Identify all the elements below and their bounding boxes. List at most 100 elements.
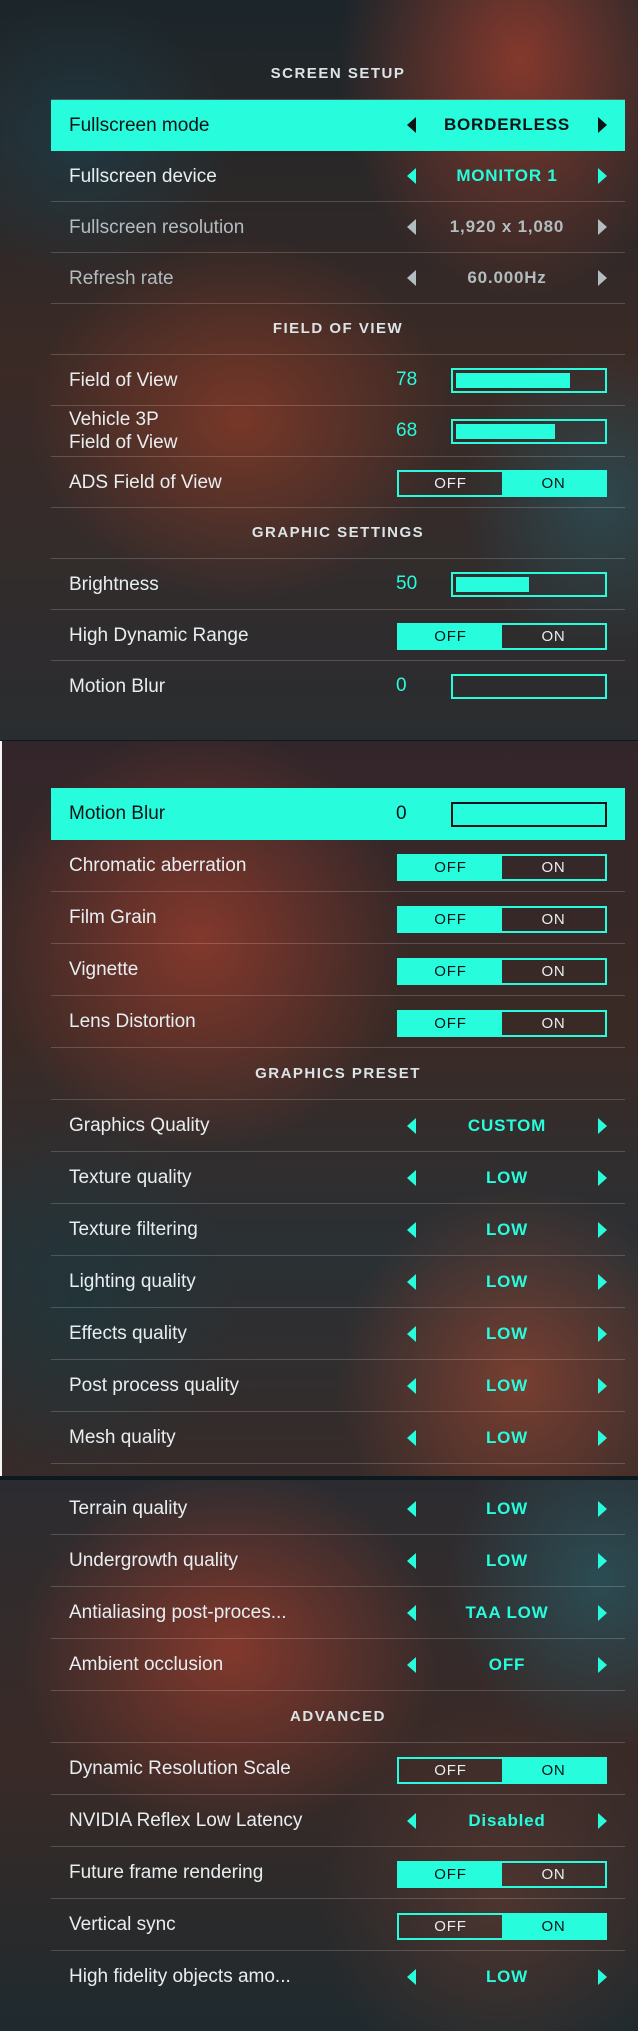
brightness-slider[interactable] <box>451 572 607 597</box>
fullscreen-resolution-row[interactable]: Fullscreen resolution 1,920 x 1,080 <box>51 202 625 253</box>
toggle-on-option[interactable]: ON <box>502 1012 605 1035</box>
effects-quality-row[interactable]: Effects quality LOW <box>51 1308 625 1360</box>
undergrowth-quality-selector[interactable]: LOW <box>407 1535 607 1586</box>
vehicle-fov-row[interactable]: Vehicle 3P Field of View 68 <box>51 406 625 457</box>
toggle-off-option[interactable]: OFF <box>399 907 502 931</box>
motion-blur-row[interactable]: Motion Blur 0 <box>51 788 625 840</box>
toggle-on-option[interactable]: ON <box>502 960 605 983</box>
ads-fov-row[interactable]: ADS Field of View OFF ON <box>51 457 625 508</box>
arrow-left-icon[interactable] <box>407 1221 416 1238</box>
arrow-left-icon[interactable] <box>407 1169 416 1186</box>
arrow-left-icon[interactable] <box>407 117 416 133</box>
arrow-left-icon[interactable] <box>407 1429 416 1446</box>
arrow-left-icon[interactable] <box>407 1656 416 1673</box>
arrow-right-icon[interactable] <box>598 1117 607 1134</box>
arrow-right-icon[interactable] <box>598 1429 607 1446</box>
vehicle-fov-slider[interactable] <box>451 419 607 444</box>
arrow-left-icon[interactable] <box>407 1812 416 1829</box>
toggle-off-option[interactable]: OFF <box>399 1759 502 1782</box>
arrow-right-icon[interactable] <box>598 1325 607 1342</box>
toggle-on-option[interactable]: ON <box>502 625 605 648</box>
toggle-on-option[interactable]: ON <box>502 1914 605 1938</box>
arrow-right-icon[interactable] <box>598 1221 607 1238</box>
toggle-on-option[interactable]: ON <box>502 1758 605 1782</box>
toggle-off-option[interactable]: OFF <box>399 959 502 983</box>
fullscreen-device-row[interactable]: Fullscreen device MONITOR 1 <box>51 151 625 202</box>
ambient-occlusion-row[interactable]: Ambient occlusion OFF <box>51 1639 625 1691</box>
field-of-view-row[interactable]: Field of View 78 <box>51 355 625 406</box>
refresh-rate-row[interactable]: Refresh rate 60.000Hz <box>51 253 625 304</box>
arrow-left-icon[interactable] <box>407 1500 416 1517</box>
future-frame-rendering-toggle[interactable]: OFF ON <box>397 1860 607 1888</box>
arrow-right-icon[interactable] <box>598 219 607 235</box>
terrain-quality-row[interactable]: Terrain quality LOW <box>51 1483 625 1535</box>
chromatic-aberration-toggle[interactable]: OFF ON <box>397 853 607 881</box>
arrow-right-icon[interactable] <box>598 1552 607 1569</box>
lens-distortion-toggle[interactable]: OFF ON <box>397 1009 607 1037</box>
arrow-left-icon[interactable] <box>407 1968 416 1985</box>
graphics-quality-selector[interactable]: CUSTOM <box>407 1100 607 1151</box>
graphics-quality-row[interactable]: Graphics Quality CUSTOM <box>51 1100 625 1152</box>
nvidia-reflex-selector[interactable]: Disabled <box>407 1795 607 1846</box>
arrow-left-icon[interactable] <box>407 1273 416 1290</box>
brightness-row[interactable]: Brightness 50 <box>51 559 625 610</box>
undergrowth-quality-row[interactable]: Undergrowth quality LOW <box>51 1535 625 1587</box>
effects-quality-selector[interactable]: LOW <box>407 1308 607 1359</box>
motion-blur-slider[interactable] <box>451 674 607 699</box>
lighting-quality-selector[interactable]: LOW <box>407 1256 607 1307</box>
fullscreen-resolution-selector[interactable]: 1,920 x 1,080 <box>407 202 607 252</box>
arrow-right-icon[interactable] <box>598 1500 607 1517</box>
vertical-sync-row[interactable]: Vertical sync OFF ON <box>51 1899 625 1951</box>
toggle-on-option[interactable]: ON <box>502 472 605 495</box>
texture-quality-row[interactable]: Texture quality LOW <box>51 1152 625 1204</box>
toggle-off-option[interactable]: OFF <box>399 625 502 648</box>
arrow-left-icon[interactable] <box>407 1604 416 1621</box>
arrow-right-icon[interactable] <box>598 1656 607 1673</box>
toggle-off-option[interactable]: OFF <box>399 472 502 495</box>
arrow-right-icon[interactable] <box>598 1604 607 1621</box>
fullscreen-mode-row[interactable]: Fullscreen mode BORDERLESS <box>51 100 625 151</box>
arrow-left-icon[interactable] <box>407 219 416 235</box>
ambient-occlusion-selector[interactable]: OFF <box>407 1639 607 1690</box>
arrow-right-icon[interactable] <box>598 1968 607 1985</box>
mesh-quality-selector[interactable]: LOW <box>407 1412 607 1463</box>
ads-fov-toggle[interactable]: OFF ON <box>397 470 607 497</box>
arrow-right-icon[interactable] <box>598 117 607 133</box>
post-process-quality-row[interactable]: Post process quality LOW <box>51 1360 625 1412</box>
arrow-left-icon[interactable] <box>407 1377 416 1394</box>
texture-filtering-row[interactable]: Texture filtering LOW <box>51 1204 625 1256</box>
high-fidelity-objects-row[interactable]: High fidelity objects amo... LOW <box>51 1951 625 2002</box>
hdr-toggle[interactable]: OFF ON <box>397 623 607 650</box>
arrow-right-icon[interactable] <box>598 168 607 184</box>
lens-distortion-row[interactable]: Lens Distortion OFF ON <box>51 996 625 1048</box>
arrow-right-icon[interactable] <box>598 1273 607 1290</box>
arrow-right-icon[interactable] <box>598 1169 607 1186</box>
dynamic-resolution-toggle[interactable]: OFF ON <box>397 1756 607 1784</box>
vignette-row[interactable]: Vignette OFF ON <box>51 944 625 996</box>
arrow-left-icon[interactable] <box>407 270 416 286</box>
terrain-quality-selector[interactable]: LOW <box>407 1483 607 1534</box>
vertical-sync-toggle[interactable]: OFF ON <box>397 1912 607 1940</box>
field-of-view-slider[interactable] <box>451 368 607 393</box>
arrow-left-icon[interactable] <box>407 1325 416 1342</box>
arrow-left-icon[interactable] <box>407 1117 416 1134</box>
chromatic-aberration-row[interactable]: Chromatic aberration OFF ON <box>51 840 625 892</box>
high-fidelity-objects-selector[interactable]: LOW <box>407 1951 607 2002</box>
fullscreen-mode-selector[interactable]: BORDERLESS <box>407 100 607 150</box>
toggle-off-option[interactable]: OFF <box>399 855 502 879</box>
antialiasing-row[interactable]: Antialiasing post-proces... TAA LOW <box>51 1587 625 1639</box>
arrow-right-icon[interactable] <box>598 270 607 286</box>
toggle-off-option[interactable]: OFF <box>399 1862 502 1886</box>
film-grain-row[interactable]: Film Grain OFF ON <box>51 892 625 944</box>
mesh-quality-row[interactable]: Mesh quality LOW <box>51 1412 625 1464</box>
antialiasing-selector[interactable]: TAA LOW <box>407 1587 607 1638</box>
film-grain-toggle[interactable]: OFF ON <box>397 905 607 933</box>
texture-quality-selector[interactable]: LOW <box>407 1152 607 1203</box>
toggle-off-option[interactable]: OFF <box>399 1011 502 1035</box>
post-process-quality-selector[interactable]: LOW <box>407 1360 607 1411</box>
motion-blur-slider[interactable] <box>451 801 607 827</box>
hdr-row[interactable]: High Dynamic Range OFF ON <box>51 610 625 661</box>
toggle-on-option[interactable]: ON <box>502 856 605 879</box>
lighting-quality-row[interactable]: Lighting quality LOW <box>51 1256 625 1308</box>
arrow-left-icon[interactable] <box>407 1552 416 1569</box>
